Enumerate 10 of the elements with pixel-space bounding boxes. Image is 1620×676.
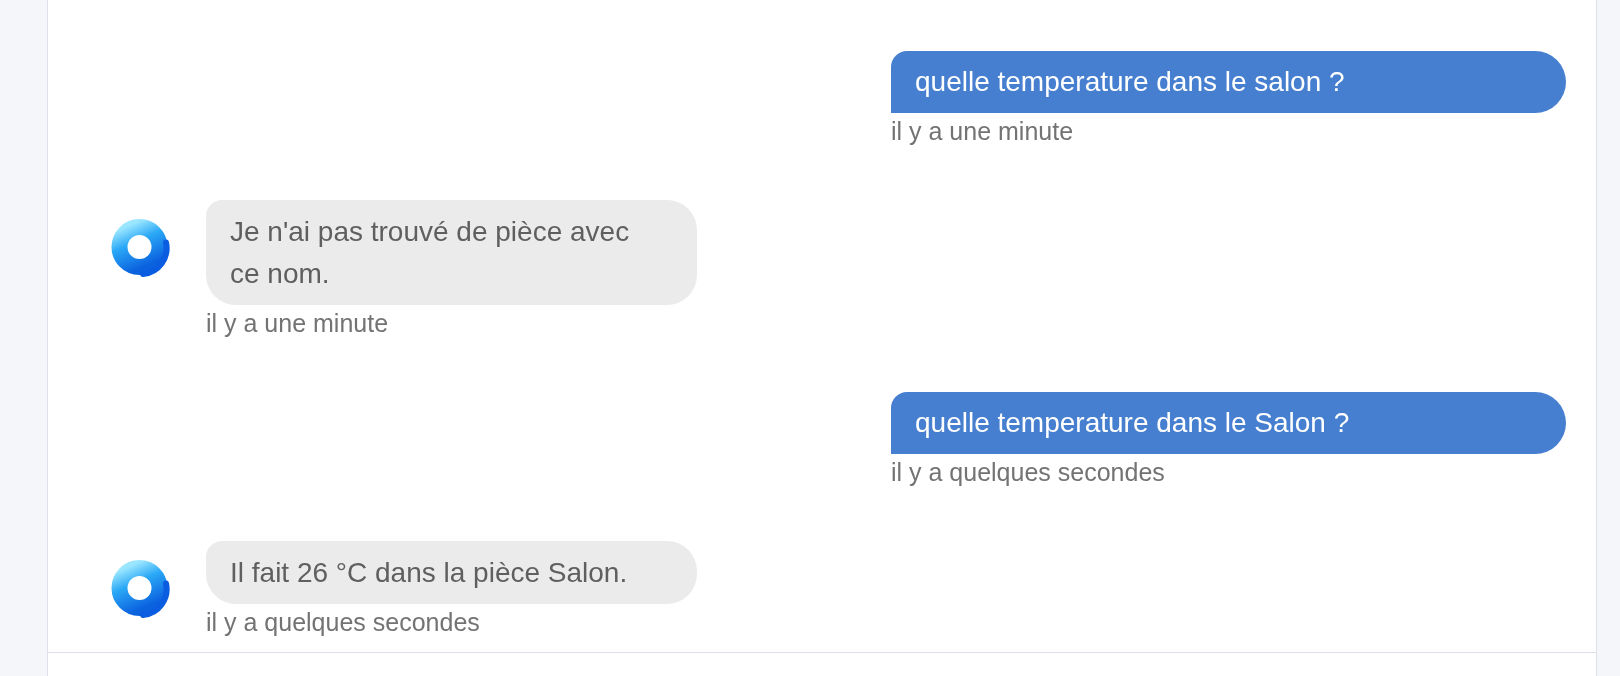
message-time: il y a une minute — [206, 308, 389, 339]
ring-avatar-icon — [111, 217, 171, 277]
assistant-message: Je n'ai pas trouvé de pièce avec ce nom. — [206, 200, 697, 305]
assistant-message: Il fait 26 °C dans la pièce Salon. — [206, 541, 697, 604]
user-message: quelle temperature dans le salon ? — [891, 51, 1566, 113]
ring-avatar-icon — [111, 558, 171, 618]
message-time: il y a quelques secondes — [891, 457, 1165, 488]
message-time: il y a une minute — [891, 116, 1074, 147]
message-time: il y a quelques secondes — [206, 607, 480, 638]
user-message: quelle temperature dans le Salon ? — [891, 392, 1566, 454]
